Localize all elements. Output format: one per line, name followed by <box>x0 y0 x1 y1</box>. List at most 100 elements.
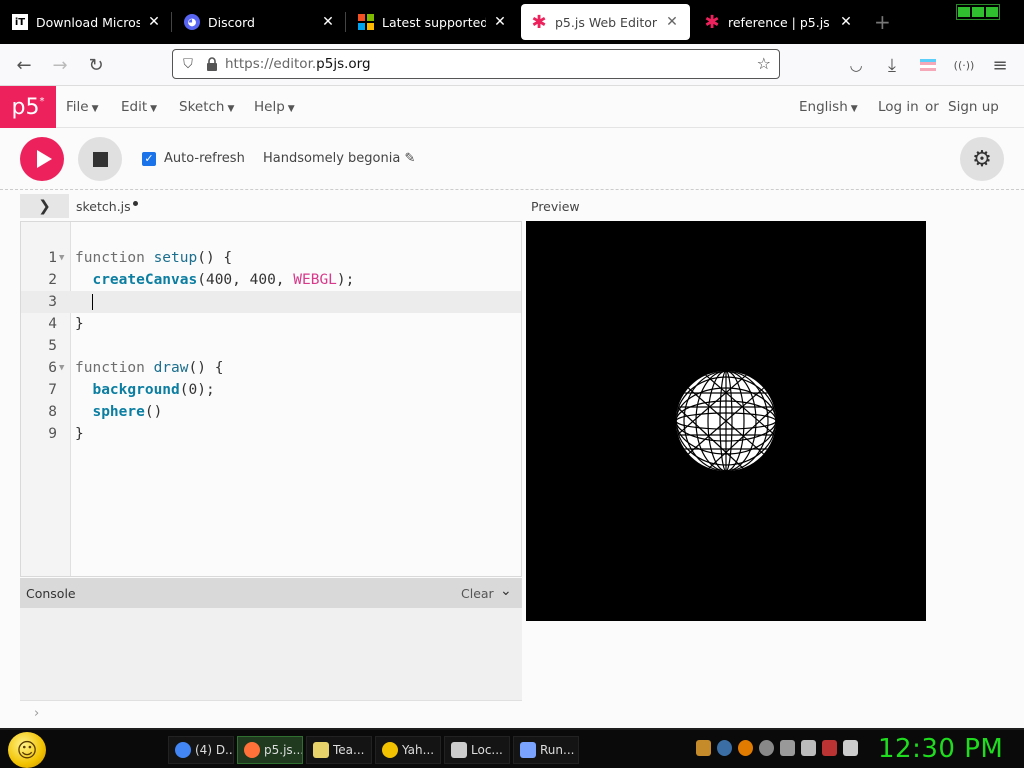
emoji-icon <box>382 742 398 758</box>
new-tab-icon[interactable]: + <box>874 10 891 34</box>
p5-header: p5 * File ▼ Edit ▼ Sketch ▼ Help ▼ English ▼ L… <box>0 86 1024 128</box>
forward-arrow-icon[interactable]: → <box>48 53 72 77</box>
os-taskbar: ☺ (4) D... p5.js... Tea... Yah... Loc...… <box>0 728 1024 768</box>
search-icon[interactable] <box>738 740 753 756</box>
code-line[interactable]: 6 ▼ function draw() { <box>21 357 521 379</box>
url-text[interactable]: https://editor.p5js.org <box>225 56 371 72</box>
shield-icon[interactable]: ⛉ <box>173 57 203 72</box>
lock-icon[interactable] <box>203 57 221 71</box>
taskbar-item-notebook[interactable]: Tea... <box>306 736 372 764</box>
browser-tab-latest-supported[interactable]: Latest supported Visu ✕ <box>348 4 518 40</box>
code-line[interactable]: 7 background(0); <box>21 379 521 401</box>
menu-edit[interactable]: Edit ▼ <box>121 99 157 115</box>
close-icon[interactable]: ✕ <box>492 14 508 30</box>
close-icon[interactable]: ✕ <box>664 14 680 30</box>
console-input[interactable]: › <box>20 700 522 728</box>
code-editor[interactable]: 1 ▼ function setup() { 2 createCanvas(400… <box>20 221 522 577</box>
system-meter-icon <box>956 4 1000 20</box>
code-line[interactable]: 4 } <box>21 313 521 335</box>
bookmark-star-icon[interactable]: ☆ <box>757 54 771 73</box>
hamburger-menu-icon[interactable]: ≡ <box>988 53 1012 77</box>
tab-title: Discord <box>208 14 255 30</box>
close-icon[interactable]: ✕ <box>320 14 336 30</box>
file-tab-sketch[interactable]: sketch.js <box>76 199 138 214</box>
taskbar-item-run[interactable]: Run... <box>513 736 579 764</box>
taskbar-item-document[interactable]: Loc... <box>444 736 510 764</box>
login-link[interactable]: Log in <box>878 99 919 115</box>
url-bar[interactable]: ⛉ https://editor.p5js.org ☆ <box>172 49 780 79</box>
menu-help[interactable]: Help ▼ <box>254 99 295 115</box>
chevron-down-icon[interactable]: ⌄ <box>500 583 512 599</box>
code-line[interactable]: 5 <box>21 335 521 357</box>
browser-nav-bar: ← → ↻ ⛉ https://editor.p5js.org ☆ ◡ ⤓ ((… <box>0 44 1024 86</box>
start-smiley-icon[interactable]: ☺ <box>8 732 46 768</box>
taskbar-item-chrome[interactable]: (4) D... <box>168 736 234 764</box>
tray-app-icon[interactable] <box>780 740 795 756</box>
taskbar-item-emoji[interactable]: Yah... <box>375 736 441 764</box>
steam-icon[interactable] <box>717 740 732 756</box>
code-line[interactable]: 1 ▼ function setup() { <box>21 247 521 269</box>
wireframe-sphere <box>676 371 776 471</box>
code-line-current[interactable]: 3 <box>21 291 521 313</box>
system-tray <box>696 740 858 756</box>
taskbar-clock[interactable]: 12:30 PM <box>878 734 1003 764</box>
tab-title: Latest supported Visu <box>382 14 486 30</box>
tab-title: p5.js Web Editor <box>555 14 658 30</box>
browser-tab-download-microsoft[interactable]: iT Download Microsoft V ✕ <box>2 4 172 40</box>
or-text: or <box>925 99 939 115</box>
console-clear-button[interactable]: Clear <box>461 586 494 601</box>
p5-logo[interactable]: p5 * <box>0 86 56 128</box>
sketch-preview-canvas[interactable] <box>526 221 926 621</box>
menu-file[interactable]: File ▼ <box>66 99 99 115</box>
tab-title: Download Microsoft V <box>36 14 140 30</box>
pocket-icon[interactable]: ◡ <box>844 53 868 77</box>
extension-icon[interactable]: ((·)) <box>952 53 976 77</box>
browser-tab-p5-editor[interactable]: ✱ p5.js Web Editor ✕ <box>521 4 690 40</box>
caret-down-icon: ▼ <box>287 104 295 114</box>
language-select[interactable]: English ▼ <box>799 99 858 115</box>
browser-tab-discord[interactable]: ◕ Discord ✕ <box>174 4 346 40</box>
document-icon <box>451 742 467 758</box>
code-line[interactable]: 8 sphere() <box>21 401 521 423</box>
p5-asterisk-icon: ✱ <box>531 11 547 33</box>
stop-button[interactable] <box>78 137 122 181</box>
close-icon[interactable]: ✕ <box>838 14 854 30</box>
security-shield-icon[interactable] <box>822 740 837 756</box>
play-button[interactable] <box>20 137 64 181</box>
browser-tab-p5-reference[interactable]: ✱ reference | p5.js ✕ <box>694 4 864 40</box>
settings-gear-icon[interactable]: ⚙ <box>960 137 1004 181</box>
extension-flag-icon[interactable] <box>916 53 940 77</box>
chevron-right-icon: ❯ <box>38 197 51 215</box>
auto-refresh-checkbox[interactable]: ✓ <box>142 152 156 166</box>
back-arrow-icon[interactable]: ← <box>12 53 36 77</box>
sketch-name[interactable]: Handsomely begonia ✎ <box>263 151 415 166</box>
auto-refresh-label[interactable]: Auto-refresh <box>164 151 245 166</box>
taskbar-item-firefox[interactable]: p5.js... <box>237 736 303 764</box>
menu-sketch[interactable]: Sketch ▼ <box>179 99 234 115</box>
tab-title: reference | p5.js <box>728 14 830 30</box>
microsoft-icon <box>358 14 374 30</box>
caret-down-icon: ▼ <box>850 104 858 114</box>
notebook-icon <box>313 742 329 758</box>
p5-asterisk-icon: ✱ <box>704 11 720 33</box>
pencil-icon[interactable]: ✎ <box>404 151 415 166</box>
code-line[interactable]: 9 } <box>21 423 521 445</box>
download-icon[interactable]: ⤓ <box>880 53 904 77</box>
sketch-toolbar: ✓ Auto-refresh Handsomely begonia ✎ ⚙ <box>0 128 1024 190</box>
text-cursor <box>92 294 94 310</box>
console-output <box>20 608 522 700</box>
tray-disk-icon[interactable] <box>759 740 774 756</box>
fold-arrow-icon: ▼ <box>59 363 65 373</box>
chevron-right-icon: › <box>34 706 40 721</box>
sidebar-expand-button[interactable]: ❯ <box>20 194 69 218</box>
network-icon[interactable] <box>801 740 816 756</box>
code-line[interactable]: 2 createCanvas(400, 400, WEBGL); <box>21 269 521 291</box>
chrome-icon <box>175 742 191 758</box>
console-title: Console <box>26 586 76 601</box>
volume-icon[interactable] <box>843 740 858 756</box>
tray-ime-icon[interactable] <box>696 740 711 756</box>
reload-icon[interactable]: ↻ <box>84 53 108 77</box>
close-icon[interactable]: ✕ <box>146 14 162 30</box>
signup-link[interactable]: Sign up <box>948 99 999 115</box>
console-header: Console Clear ⌄ <box>20 578 522 608</box>
